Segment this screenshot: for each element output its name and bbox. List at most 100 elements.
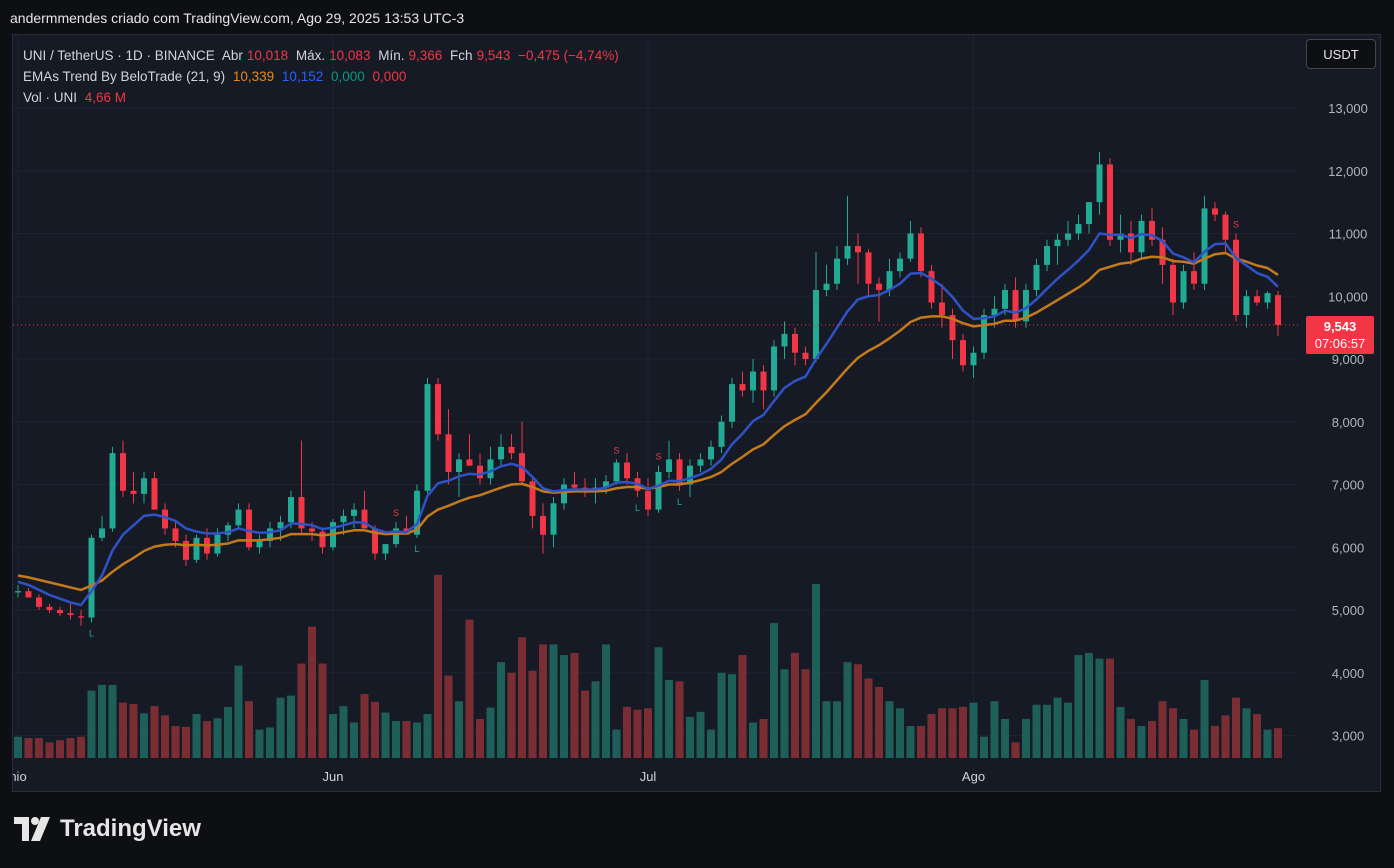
volume-bar xyxy=(245,701,253,758)
candle-body xyxy=(340,515,347,523)
volume-bar xyxy=(192,713,201,758)
legend-ema-value-4: 0,000 xyxy=(372,69,407,84)
volume-bar xyxy=(318,663,327,758)
volume-bar xyxy=(644,708,652,758)
volume-bar xyxy=(654,647,663,758)
candle-body xyxy=(697,459,704,466)
volume-bar xyxy=(969,702,978,758)
volume-bar xyxy=(171,726,180,758)
legend-ema-name[interactable]: EMAs Trend By BeloTrade (21, 9) xyxy=(23,69,225,84)
volume-bar xyxy=(444,675,453,758)
candle-body xyxy=(1075,224,1082,234)
volume-bar xyxy=(864,678,873,758)
candle-body xyxy=(508,446,515,454)
x-tick-label: Ago xyxy=(962,769,985,784)
tradingview-logo[interactable]: TradingView xyxy=(14,815,201,843)
legend-ohlc-row: UNI / TetherUS · 1D · BINANCE Abr 10,018 … xyxy=(23,45,623,66)
volume-bar xyxy=(1158,701,1167,758)
volume-bar xyxy=(1106,658,1114,758)
volume-bar xyxy=(423,713,432,758)
signal-marker: L xyxy=(414,544,419,554)
candle-body xyxy=(1086,202,1092,225)
candle-body xyxy=(256,540,263,548)
volume-bar xyxy=(266,727,274,758)
candle-body xyxy=(67,613,74,616)
volume-bar xyxy=(843,662,852,758)
volume-bar xyxy=(822,701,831,758)
currency-button[interactable]: USDT xyxy=(1306,39,1376,69)
candle-body xyxy=(1201,208,1208,284)
volume-bar xyxy=(255,729,264,758)
legend-change: −0,475 (−4,74%) xyxy=(518,48,619,63)
candle-body xyxy=(792,333,798,353)
logo-text: TradingView xyxy=(60,815,201,842)
volume-bar xyxy=(360,694,369,758)
current-price: 9,543 xyxy=(1323,319,1357,334)
candle-body xyxy=(844,246,851,259)
y-tick-label: 8,000 xyxy=(1332,415,1365,430)
volume-bar xyxy=(486,707,495,758)
volume-bar xyxy=(528,670,537,758)
legend-ema-value-1: 10,339 xyxy=(232,69,275,84)
volume-bar xyxy=(276,697,285,758)
legend: UNI / TetherUS · 1D · BINANCE Abr 10,018 … xyxy=(23,45,623,108)
volume-bar xyxy=(581,690,589,758)
volume-bar xyxy=(801,669,810,758)
volume-bar xyxy=(87,690,96,758)
volume-bar xyxy=(1148,721,1156,758)
legend-high-label: Máx. xyxy=(295,48,326,63)
candle-body xyxy=(781,333,788,347)
legend-volume-row: Vol · UNI 4,66 M xyxy=(23,87,623,108)
volume-bar xyxy=(308,626,316,758)
y-tick-label: 4,000 xyxy=(1332,666,1365,681)
price-chart[interactable]: 13,000 12,000 11,000 10,000 9,000 8,000 7,000 6… xyxy=(13,35,1381,792)
candle-body xyxy=(1065,233,1071,240)
volume-bar xyxy=(1043,704,1051,758)
candle-body xyxy=(802,352,809,359)
volume-bar xyxy=(476,718,484,758)
volume-bar xyxy=(1116,706,1125,758)
signal-marker: S xyxy=(393,508,399,518)
candle-body xyxy=(456,459,462,472)
volume-bar xyxy=(1074,655,1083,758)
candle-body xyxy=(1243,296,1250,316)
candle-body xyxy=(1107,164,1113,240)
candle-body xyxy=(288,497,294,523)
x-tick-label: Jul xyxy=(640,769,657,784)
volume-bar xyxy=(140,713,148,758)
volume-bar xyxy=(339,706,348,758)
candle-body xyxy=(1054,239,1061,247)
volume-bar xyxy=(707,729,715,758)
legend-close-value: 9,543 xyxy=(476,48,511,63)
candle-body xyxy=(540,515,546,535)
volume-bar xyxy=(539,644,547,758)
candle-body xyxy=(876,283,882,290)
volume-bar xyxy=(812,584,820,758)
y-tick-label: 10,000 xyxy=(1328,289,1368,304)
chart-panel[interactable]: 13,000 12,000 11,000 10,000 9,000 8,000 7,000 6… xyxy=(12,34,1381,792)
candle-body xyxy=(771,346,777,391)
candle-body xyxy=(865,252,872,284)
candle-body xyxy=(46,606,53,610)
volume-bar xyxy=(161,715,169,758)
legend-close-label: Fch xyxy=(450,48,473,63)
volume-bar xyxy=(434,574,442,758)
y-tick-label: 9,000 xyxy=(1332,352,1365,367)
x-tick-label: Jun xyxy=(323,769,344,784)
candle-body xyxy=(1096,164,1103,203)
legend-symbol[interactable]: UNI / TetherUS · 1D · BINANCE xyxy=(23,48,215,63)
volume-bar xyxy=(518,637,526,758)
candle-body xyxy=(99,528,105,538)
candle-body xyxy=(235,509,242,526)
volume-bar xyxy=(129,704,138,758)
candle-body xyxy=(1275,295,1281,325)
volume-bar xyxy=(833,701,841,758)
volume-bar xyxy=(465,619,474,758)
candle-body xyxy=(561,484,567,504)
candle-body xyxy=(718,421,725,447)
volume-bar xyxy=(1127,718,1135,758)
volume-bar xyxy=(1211,726,1219,758)
legend-volume-name[interactable]: Vol · UNI xyxy=(23,90,77,105)
signal-marker: L xyxy=(677,497,682,507)
volume-bar xyxy=(24,738,33,758)
